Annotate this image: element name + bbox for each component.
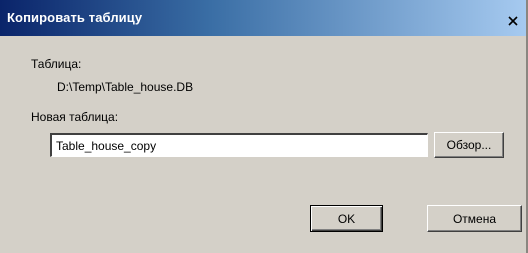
- ok-button[interactable]: OK: [310, 205, 383, 232]
- new-table-label: Новая таблица:: [31, 110, 119, 124]
- window-title: Копировать таблицу: [7, 10, 143, 25]
- copy-table-dialog: Копировать таблицу Таблица: D:\Temp\Tabl…: [0, 0, 528, 253]
- new-table-input[interactable]: [50, 133, 428, 157]
- close-icon: [508, 16, 518, 26]
- table-label: Таблица:: [31, 57, 82, 71]
- table-path: D:\Temp\Table_house.DB: [57, 80, 194, 94]
- cancel-button[interactable]: Отмена: [427, 205, 522, 232]
- browse-button[interactable]: Обзор...: [434, 132, 504, 158]
- close-button[interactable]: [504, 12, 522, 30]
- title-bar[interactable]: Копировать таблицу: [0, 0, 526, 36]
